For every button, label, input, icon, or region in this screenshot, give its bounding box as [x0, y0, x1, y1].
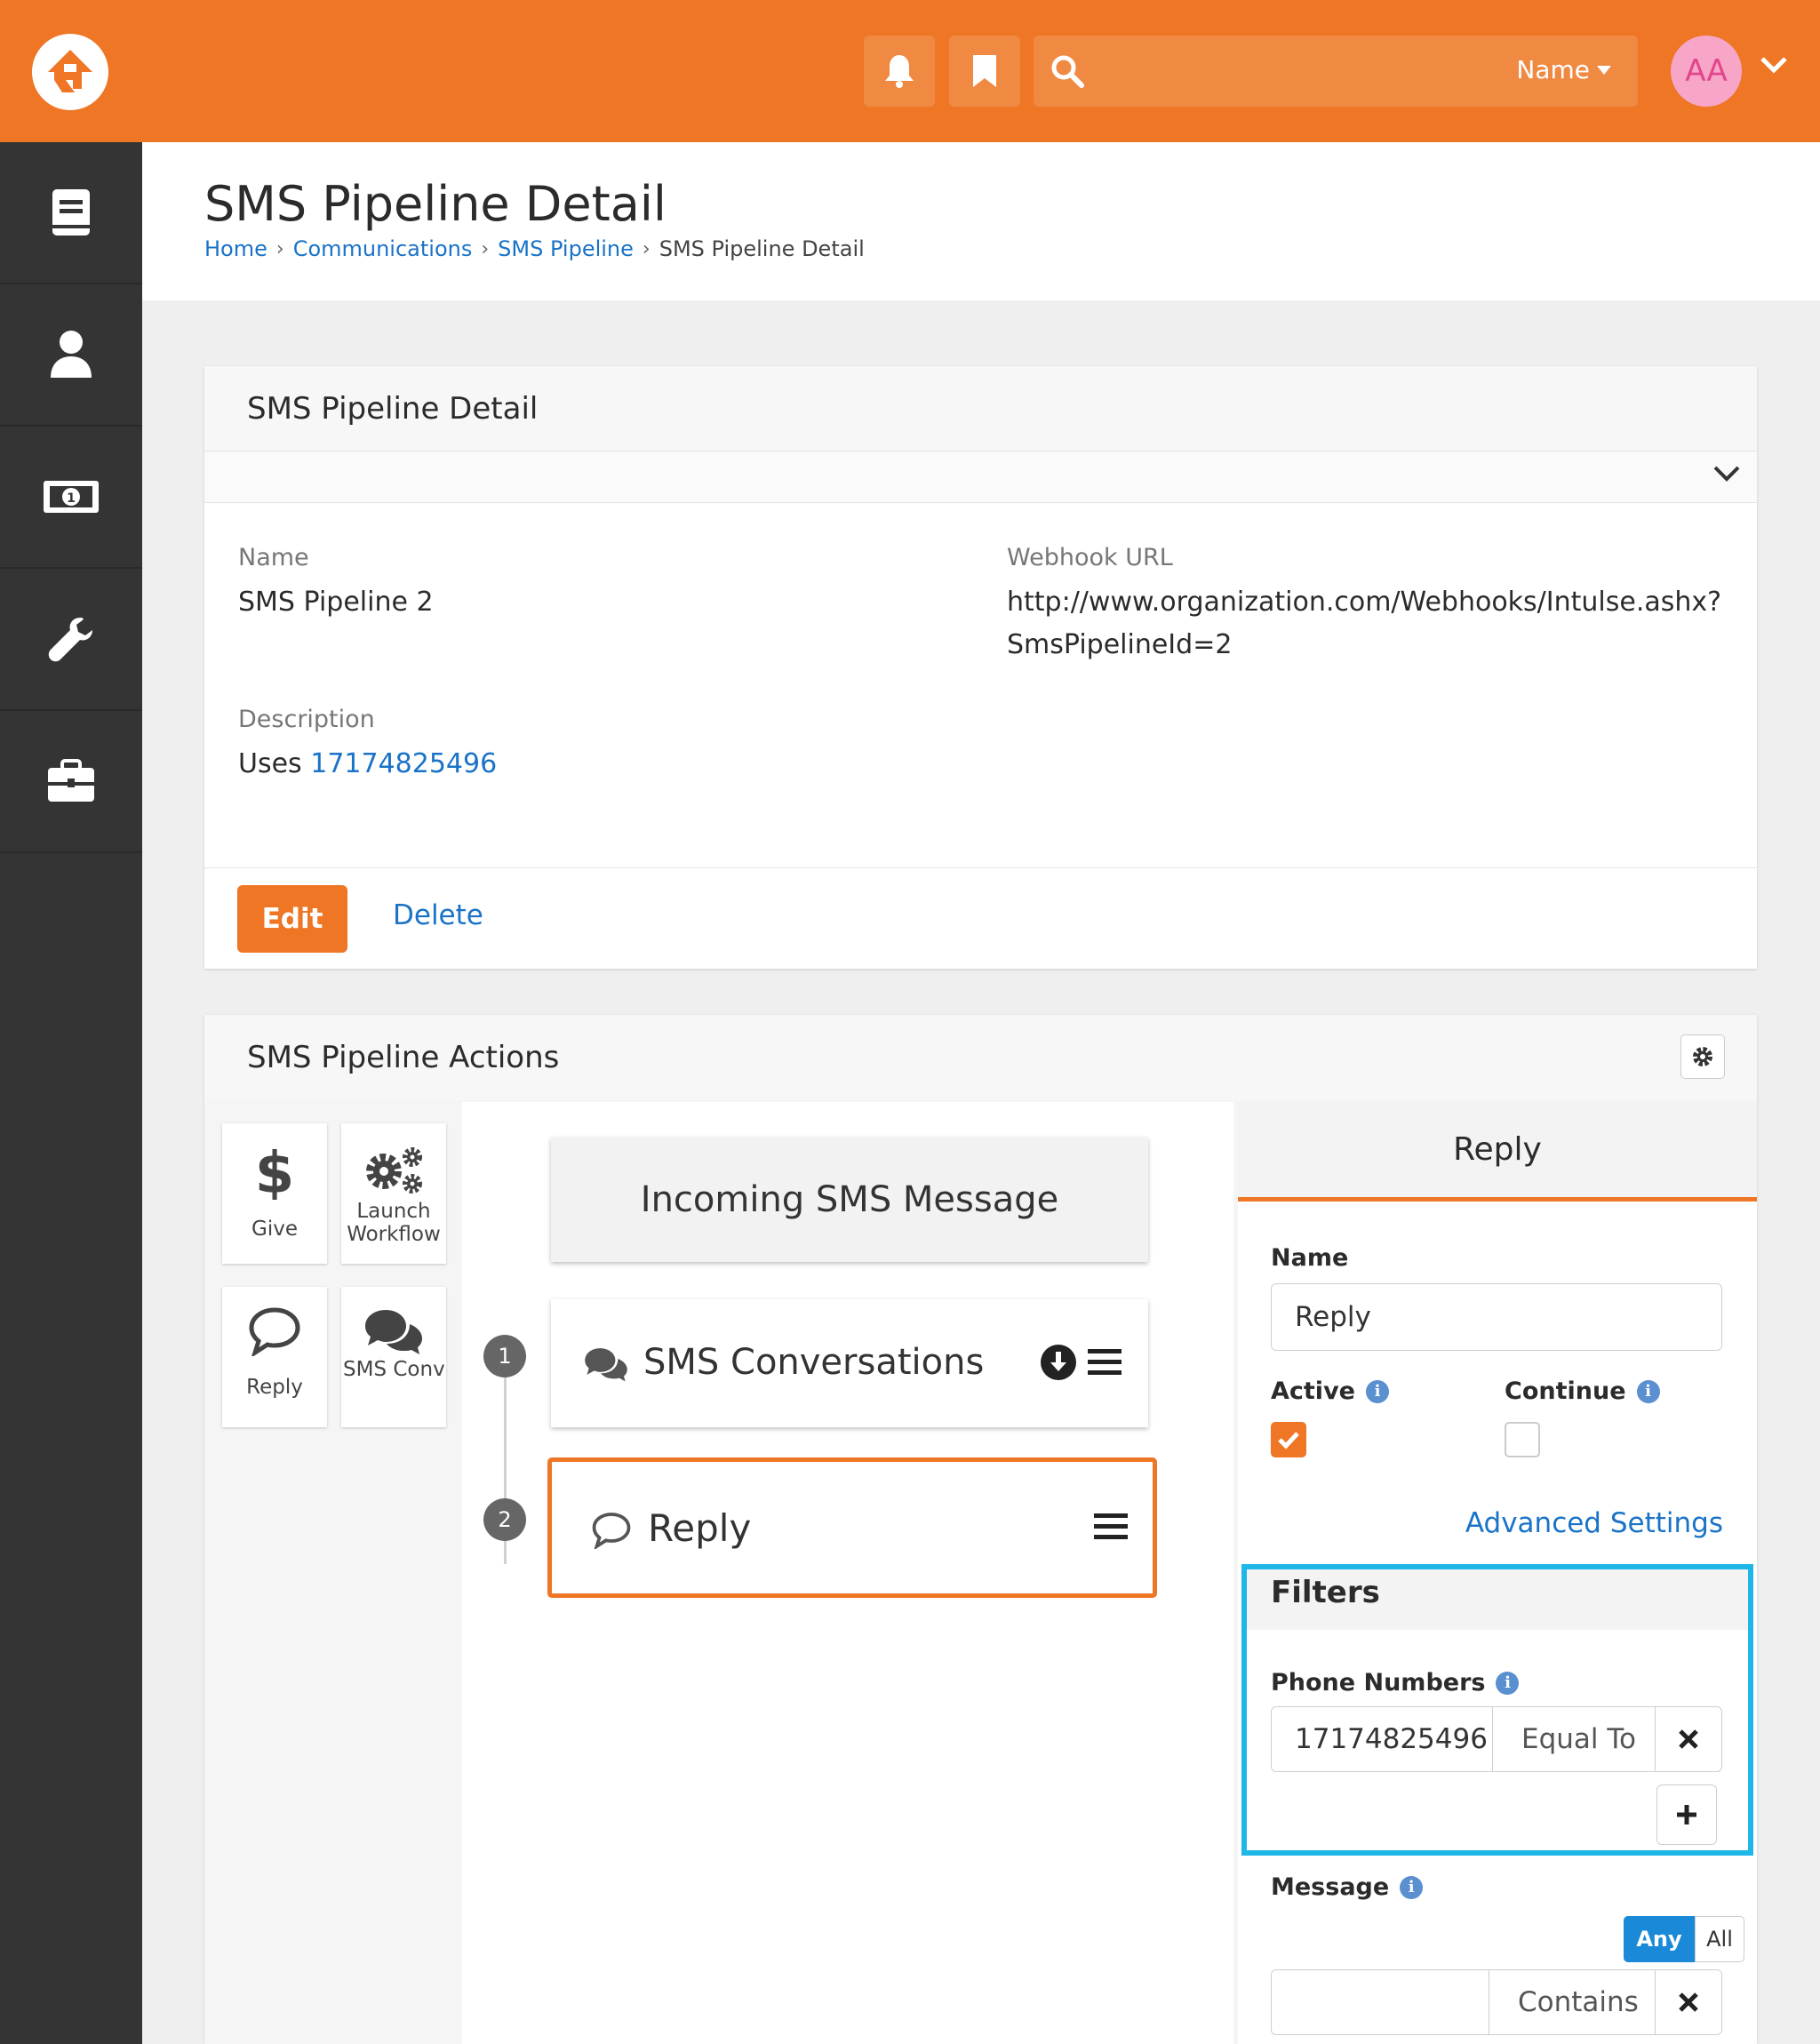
delete-button[interactable]: Delete — [393, 899, 483, 931]
breadcrumb-home[interactable]: Home — [204, 236, 267, 261]
remove-message-filter-button[interactable] — [1655, 1969, 1722, 2035]
pipeline-detail-panel: SMS Pipeline Detail Name SMS Pipeline 2 … — [204, 366, 1757, 969]
svg-text:$: $ — [257, 1143, 292, 1200]
top-bar: Name AA — [0, 0, 1820, 142]
step-number: 2 — [483, 1498, 526, 1541]
active-checkbox[interactable] — [1271, 1422, 1306, 1457]
book-icon — [52, 189, 90, 236]
gear-icon — [1693, 1047, 1712, 1066]
check-icon — [1278, 1432, 1299, 1449]
advanced-settings-link[interactable]: Advanced Settings — [1465, 1507, 1723, 1539]
sidebar-item-admin-tools[interactable] — [0, 569, 142, 711]
dollar-icon: $ — [257, 1143, 292, 1200]
sidebar: 1 — [0, 142, 142, 2044]
sidebar-item-finance[interactable]: 1 — [0, 427, 142, 569]
close-icon — [1679, 1992, 1698, 2012]
comments-icon — [585, 1348, 627, 1382]
webhook-value: http://www.organization.com/Webhooks/Int… — [1007, 587, 1722, 660]
sidebar-item-book[interactable] — [0, 142, 142, 284]
briefcase-icon — [48, 759, 94, 802]
panel-title: SMS Pipeline Detail — [204, 366, 1757, 451]
page-title: SMS Pipeline Detail — [204, 176, 667, 232]
message-operator-select[interactable]: Contains — [1489, 1969, 1656, 2035]
avatar[interactable]: AA — [1671, 36, 1742, 107]
message-input[interactable] — [1271, 1969, 1489, 2035]
page-header: SMS Pipeline Detail Home › Communication… — [142, 142, 1820, 300]
chevron-down-icon[interactable] — [1712, 464, 1741, 487]
bell-icon — [885, 55, 914, 88]
chevron-down-icon[interactable] — [1760, 55, 1788, 78]
name-value: SMS Pipeline 2 — [238, 587, 434, 618]
action-editor: Reply Name Reply Active i Continue i Adv… — [1238, 1102, 1757, 2044]
info-icon[interactable]: i — [1365, 1379, 1389, 1403]
panel-title: SMS Pipeline Actions — [204, 1015, 1757, 1100]
gears-icon — [366, 1147, 422, 1194]
message-label: Message i — [1271, 1873, 1424, 1901]
pipeline-actions-panel: SMS Pipeline Actions $ Give Launch Workf… — [204, 1015, 1757, 2044]
palette-item-launch-workflow[interactable]: Launch Workflow — [341, 1123, 446, 1264]
all-toggle[interactable]: All — [1695, 1916, 1744, 1962]
continue-label: Continue i — [1505, 1377, 1660, 1405]
svg-text:1: 1 — [67, 491, 76, 506]
name-label: Name — [1271, 1244, 1349, 1272]
arrow-circle-down-icon[interactable] — [1040, 1344, 1077, 1381]
breadcrumb: Home › Communications › SMS Pipeline › S… — [204, 236, 865, 261]
phone-number-link[interactable]: 17174825496 — [310, 748, 497, 779]
sidebar-item-people[interactable] — [0, 284, 142, 427]
money-icon: 1 — [44, 481, 99, 513]
palette-item-reply[interactable]: Reply — [222, 1287, 327, 1427]
sidebar-item-tools[interactable] — [0, 711, 142, 853]
wrench-icon — [48, 618, 92, 662]
continue-checkbox[interactable] — [1505, 1422, 1540, 1457]
divider — [204, 867, 1757, 868]
edit-button[interactable]: Edit — [237, 885, 347, 953]
step-label: Reply — [648, 1506, 752, 1550]
comments-icon — [365, 1310, 422, 1354]
chevron-right-icon: › — [275, 237, 284, 260]
step-number: 1 — [483, 1335, 526, 1377]
hamburger-icon[interactable] — [1088, 1347, 1122, 1377]
highlight-box — [1241, 1564, 1753, 1856]
name-label: Name — [238, 544, 309, 571]
search-icon — [1050, 53, 1085, 92]
bookmarks-button[interactable] — [949, 36, 1020, 107]
step-reply-selected[interactable]: Reply — [547, 1457, 1157, 1598]
step-sms-conversations[interactable]: SMS Conversations — [551, 1299, 1148, 1427]
trigger-box: Incoming SMS Message — [551, 1138, 1148, 1262]
step-label: SMS Conversations — [643, 1342, 985, 1383]
filters-section: Filters Phone Numbers i 17174825496 Equa… — [1238, 1561, 1757, 2044]
webhook-label: Webhook URL — [1007, 544, 1173, 571]
description-value: Uses 17174825496 — [238, 748, 498, 779]
palette-item-sms-conversations[interactable]: SMS Conversations — [341, 1287, 446, 1427]
caret-down-icon — [1597, 65, 1611, 75]
notifications-button[interactable] — [864, 36, 935, 107]
search-scope-dropdown[interactable]: Name — [1516, 55, 1611, 84]
search-input[interactable]: Name — [1034, 36, 1638, 107]
settings-button[interactable] — [1680, 1034, 1725, 1079]
info-icon[interactable]: i — [1400, 1875, 1424, 1899]
bookmark-icon — [973, 55, 996, 87]
description-label: Description — [238, 706, 375, 733]
person-icon — [51, 331, 92, 378]
breadcrumb-current: SMS Pipeline Detail — [659, 236, 865, 261]
chevron-right-icon: › — [481, 237, 490, 260]
pipeline-canvas: Incoming SMS Message 1 SMS Conversations… — [462, 1102, 1233, 2044]
breadcrumb-sms-pipeline[interactable]: SMS Pipeline — [498, 236, 634, 261]
name-input[interactable]: Reply — [1271, 1283, 1722, 1351]
palette-item-give[interactable]: $ Give — [222, 1123, 327, 1264]
panel-subbar — [204, 451, 1757, 503]
editor-title: Reply — [1238, 1102, 1757, 1202]
comment-icon — [592, 1513, 631, 1549]
chevron-right-icon: › — [642, 237, 651, 260]
comment-icon — [249, 1307, 300, 1356]
rock-logo-icon[interactable] — [32, 34, 108, 110]
breadcrumb-communications[interactable]: Communications — [293, 236, 473, 261]
active-label: Active i — [1271, 1377, 1389, 1405]
any-toggle[interactable]: Any — [1624, 1916, 1695, 1962]
info-icon[interactable]: i — [1636, 1379, 1660, 1403]
hamburger-icon[interactable] — [1094, 1512, 1128, 1542]
